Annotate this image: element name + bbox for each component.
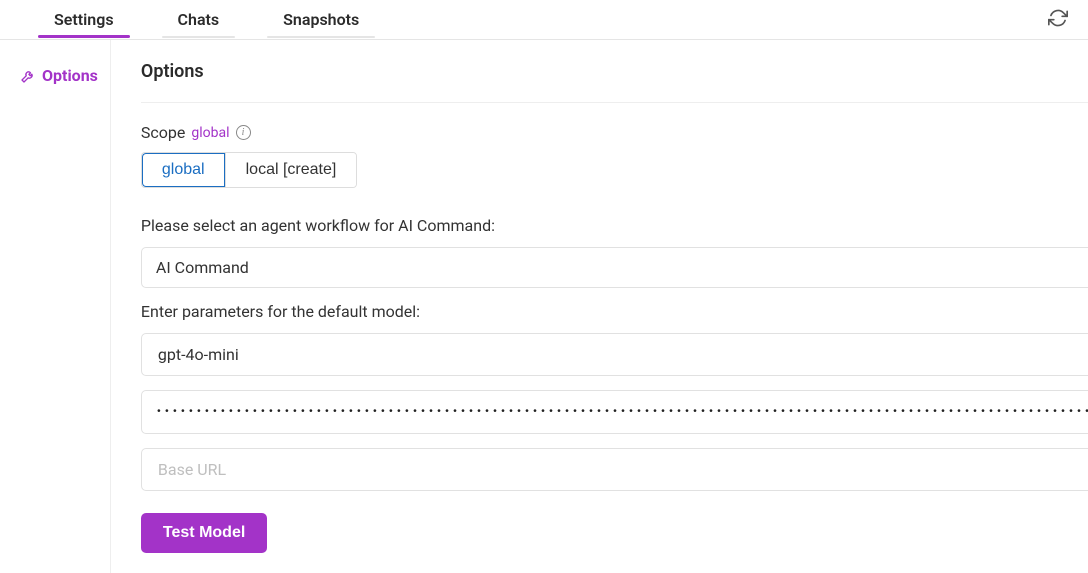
model-input-wrapper[interactable] — [141, 333, 1088, 376]
base-url-input-wrapper[interactable] — [141, 448, 1088, 491]
tab-settings[interactable]: Settings — [32, 0, 136, 37]
params-label: Enter parameters for the default model: — [141, 302, 1088, 321]
scope-value: global — [191, 125, 229, 141]
model-input[interactable] — [156, 344, 1088, 365]
sidebar-item-options[interactable]: Options — [0, 62, 110, 89]
info-icon[interactable]: i — [236, 125, 251, 140]
wrench-icon — [20, 68, 36, 84]
scope-local-button[interactable]: local [create] — [225, 153, 357, 187]
page-title: Options — [141, 61, 204, 82]
scope-label: Scope — [141, 123, 185, 142]
scope-global-button[interactable]: global — [142, 153, 225, 187]
workflow-label: Please select an agent workflow for AI C… — [141, 216, 1088, 235]
base-url-input[interactable] — [156, 459, 1088, 480]
tab-chats[interactable]: Chats — [156, 0, 242, 37]
refresh-icon — [1048, 8, 1068, 28]
sidebar-item-label: Options — [42, 66, 98, 85]
workflow-selected-value: AI Command — [156, 258, 249, 277]
settings-sidebar: Options — [0, 40, 110, 573]
api-key-input-wrapper[interactable]: ••••••••••••••••••••••••••••••••••••••••… — [141, 390, 1088, 434]
test-model-button[interactable]: Test Model — [141, 513, 267, 553]
top-tabbar: Settings Chats Snapshots — [0, 0, 1088, 40]
workflow-select[interactable]: AI Command — [141, 247, 1088, 288]
refresh-button[interactable] — [1048, 8, 1068, 32]
tab-snapshots[interactable]: Snapshots — [261, 0, 381, 37]
api-key-masked: ••••••••••••••••••••••••••••••••••••••••… — [156, 407, 1088, 418]
scope-toggle: global local [create] — [141, 152, 357, 188]
options-panel: Options Scope global i global local [cre… — [110, 40, 1088, 573]
